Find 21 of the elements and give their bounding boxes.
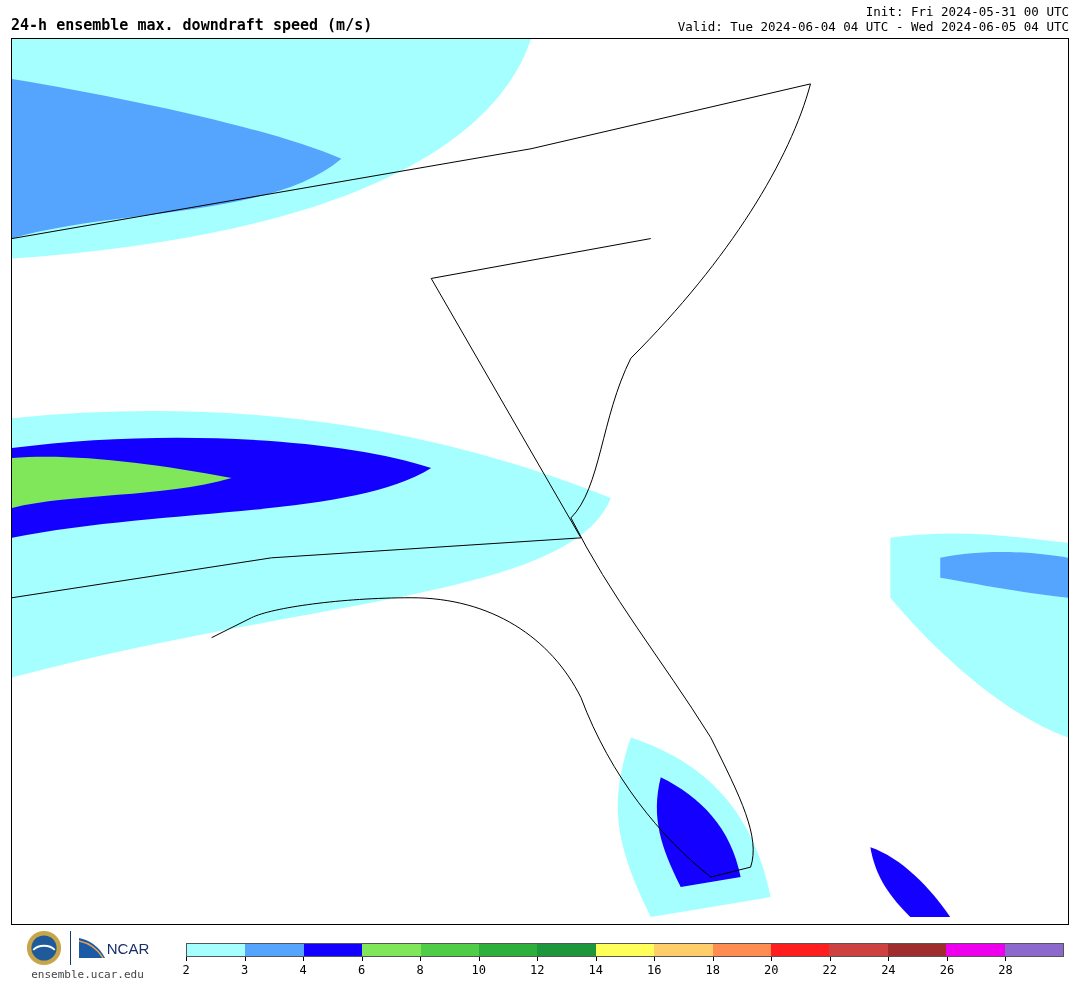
ncar-logo: NCAR xyxy=(78,938,150,958)
scale-label: 24 xyxy=(881,963,896,977)
scale-label: 3 xyxy=(240,963,249,977)
valid-time: Valid: Tue 2024-06-04 04 UTC - Wed 2024-06-05 04 UTC xyxy=(677,19,1069,34)
scale-label: 26 xyxy=(939,963,955,977)
init-time: Init: Fri 2024-05-31 00 UTC xyxy=(865,4,1069,19)
scale-label: 8 xyxy=(416,963,424,977)
scale-label: 20 xyxy=(764,963,779,977)
scale-label: 10 xyxy=(471,963,486,977)
scale-label: 14 xyxy=(588,963,603,977)
site-url: ensemble.ucar.edu xyxy=(31,968,144,981)
scale-label: 22 xyxy=(822,963,838,977)
scale-label: 4 xyxy=(299,963,307,977)
scale-label: 16 xyxy=(647,963,662,977)
scale-label: 2 xyxy=(182,963,190,977)
chart-title: 24-h ensemble max. downdraft speed (m/s) xyxy=(11,16,373,34)
seal-logo-icon xyxy=(25,930,62,966)
scale-label: 6 xyxy=(358,963,366,977)
scale-label: 28 xyxy=(998,963,1013,977)
scale-label: 12 xyxy=(529,963,545,977)
scale-label: 18 xyxy=(705,963,720,977)
